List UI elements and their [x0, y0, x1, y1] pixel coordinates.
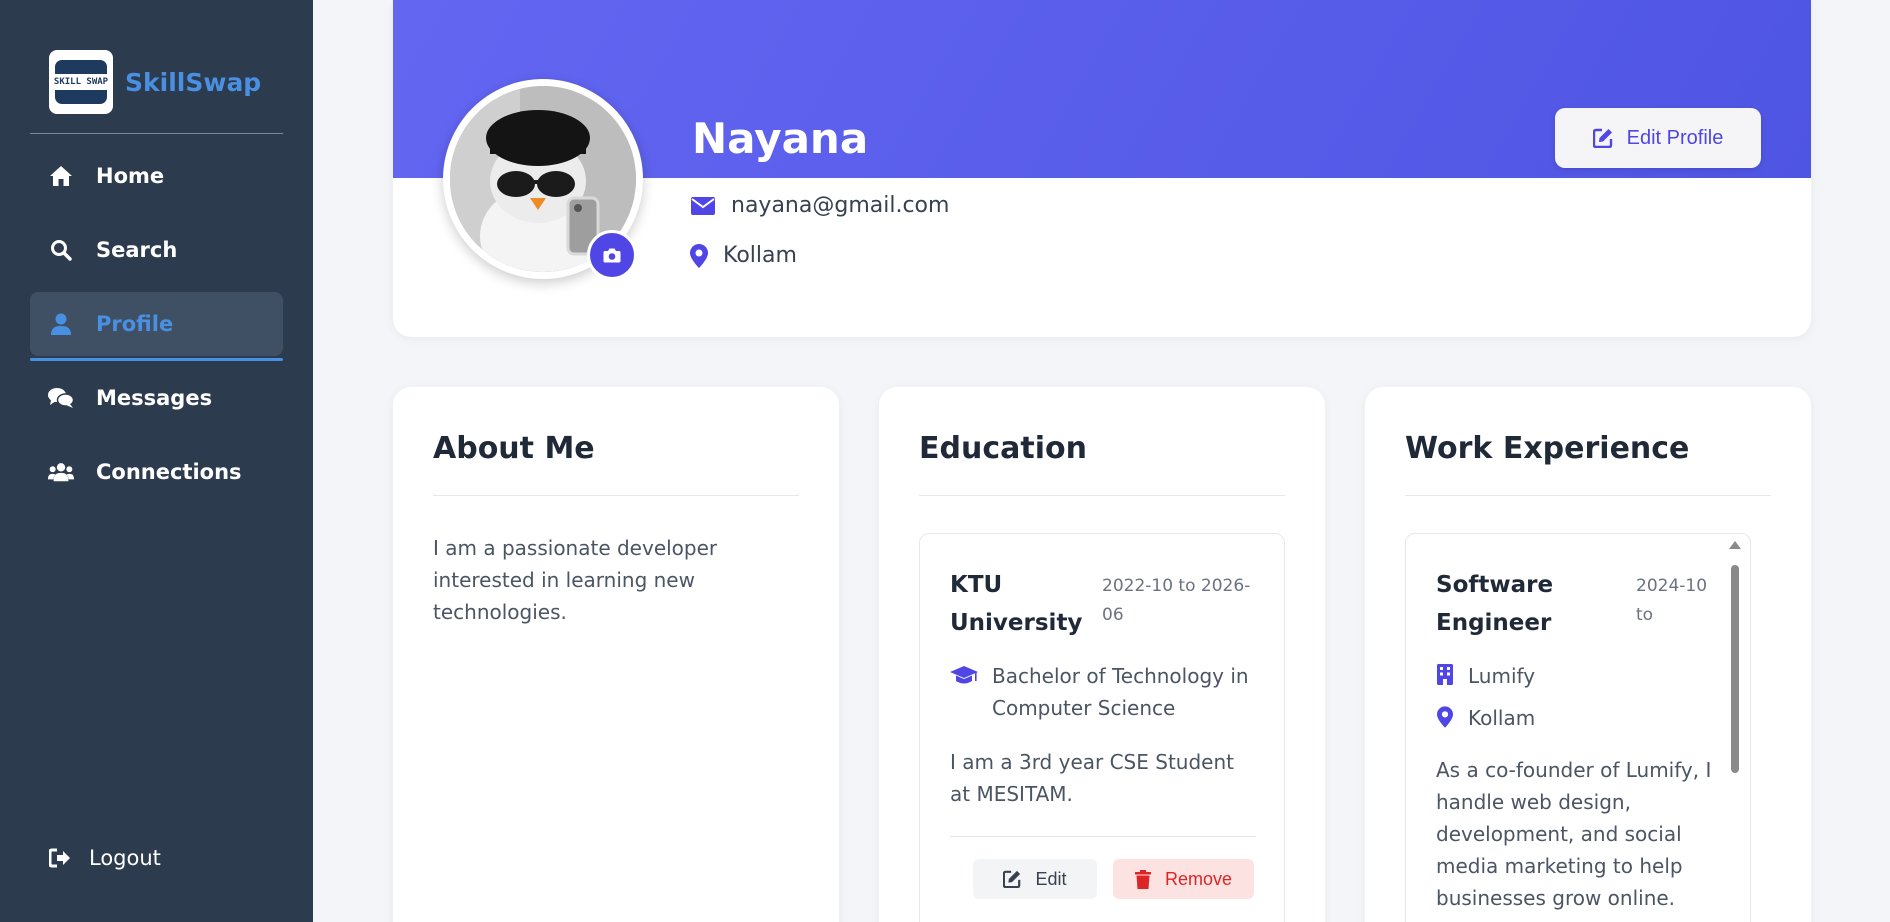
- about-card: About Me I am a passionate developer int…: [393, 387, 839, 922]
- graduation-cap-icon: [950, 660, 978, 686]
- profile-name: Nayana: [692, 114, 869, 163]
- building-icon: [1436, 660, 1454, 685]
- profile-header-card: Nayana nayana@gmail.com Kollam Edit Prof…: [393, 0, 1811, 337]
- logout-label: Logout: [89, 846, 161, 870]
- remove-education-button[interactable]: Remove: [1113, 859, 1254, 899]
- sidebar-item-messages[interactable]: Messages: [30, 366, 283, 430]
- edit-profile-label: Edit Profile: [1626, 126, 1724, 149]
- job-role: Software Engineer: [1436, 572, 1554, 636]
- user-icon: [48, 311, 74, 337]
- location-text: Kollam: [723, 243, 797, 268]
- education-entry: KTU University 2022-10 to 2026-06 Bachel…: [919, 533, 1285, 922]
- envelope-icon: [691, 194, 715, 218]
- map-pin-icon: [1436, 702, 1454, 728]
- home-icon: [48, 163, 74, 189]
- active-indicator: [30, 358, 283, 361]
- email-text: nayana@gmail.com: [731, 193, 950, 218]
- about-text: I am a passionate developer interested i…: [433, 536, 718, 624]
- work-experience-card: Work Experience Software Engineer 2024-1…: [1365, 387, 1811, 922]
- education-dates: 2022-10 to 2026-06: [1102, 576, 1251, 625]
- card-divider: [1405, 495, 1771, 496]
- entry-divider: [950, 836, 1256, 837]
- edit-icon: [1592, 128, 1613, 148]
- work-title: Work Experience: [1405, 431, 1690, 466]
- logout-button[interactable]: Logout: [49, 846, 161, 870]
- edit-icon: [1003, 870, 1021, 888]
- education-card: Education KTU University 2022-10 to 2026…: [879, 387, 1325, 922]
- app-logo: SKILL SWAP: [49, 50, 113, 114]
- card-divider: [919, 495, 1285, 496]
- work-scrollbar[interactable]: [1729, 541, 1741, 922]
- logout-icon: [49, 846, 73, 870]
- logo-text: SKILL SWAP: [51, 76, 111, 88]
- sidebar-item-connections[interactable]: Connections: [30, 440, 283, 504]
- profile-location: Kollam: [689, 243, 797, 268]
- sidebar-item-label: Profile: [96, 312, 174, 336]
- remove-label: Remove: [1164, 868, 1233, 889]
- profile-email: nayana@gmail.com: [691, 193, 949, 218]
- scroll-up-arrow-icon[interactable]: [1729, 541, 1741, 549]
- work-description: As a co-founder of Lumify, I handle web …: [1436, 758, 1712, 910]
- users-icon: [48, 459, 74, 485]
- chat-icon: [48, 385, 74, 411]
- education-description: I am a 3rd year CSE Student at MESITAM.: [950, 750, 1234, 806]
- search-icon: [48, 237, 74, 263]
- education-degree: Bachelor of Technology in Computer Scien…: [950, 660, 1262, 724]
- work-location: Kollam: [1436, 702, 1535, 734]
- map-pin-icon: [689, 243, 709, 268]
- change-photo-button[interactable]: [587, 230, 637, 280]
- sidebar-item-label: Search: [96, 238, 178, 262]
- sidebar: SKILL SWAP SkillSwap Home Search Profile…: [0, 0, 313, 922]
- sidebar-item-label: Connections: [96, 460, 242, 484]
- sidebar-item-home[interactable]: Home: [30, 144, 283, 208]
- edit-education-button[interactable]: Edit: [973, 859, 1097, 899]
- work-entry: Software Engineer 2024-10 to Lumify Koll…: [1405, 533, 1751, 922]
- sidebar-item-label: Messages: [96, 386, 213, 410]
- scroll-thumb[interactable]: [1731, 565, 1739, 773]
- work-location-text: Kollam: [1468, 706, 1536, 730]
- sidebar-item-search[interactable]: Search: [30, 218, 283, 282]
- brand-divider: [30, 133, 283, 134]
- edit-profile-button[interactable]: Edit Profile: [1555, 108, 1761, 168]
- about-title: About Me: [433, 431, 595, 466]
- company-text: Lumify: [1468, 664, 1536, 688]
- sidebar-item-label: Home: [96, 164, 165, 188]
- degree-text: Bachelor of Technology in Computer Scien…: [992, 664, 1249, 720]
- trash-icon: [1134, 869, 1151, 889]
- brand[interactable]: SKILL SWAP SkillSwap: [49, 50, 261, 114]
- edit-label: Edit: [1035, 868, 1067, 889]
- app-name: SkillSwap: [125, 67, 262, 97]
- sidebar-item-profile[interactable]: Profile: [30, 292, 283, 356]
- education-title: Education: [919, 431, 1087, 466]
- institution-name: KTU University: [950, 572, 1083, 636]
- work-dates: 2024-10 to: [1636, 576, 1708, 625]
- camera-icon: [603, 248, 621, 263]
- work-company: Lumify: [1436, 660, 1535, 692]
- card-divider: [433, 495, 799, 496]
